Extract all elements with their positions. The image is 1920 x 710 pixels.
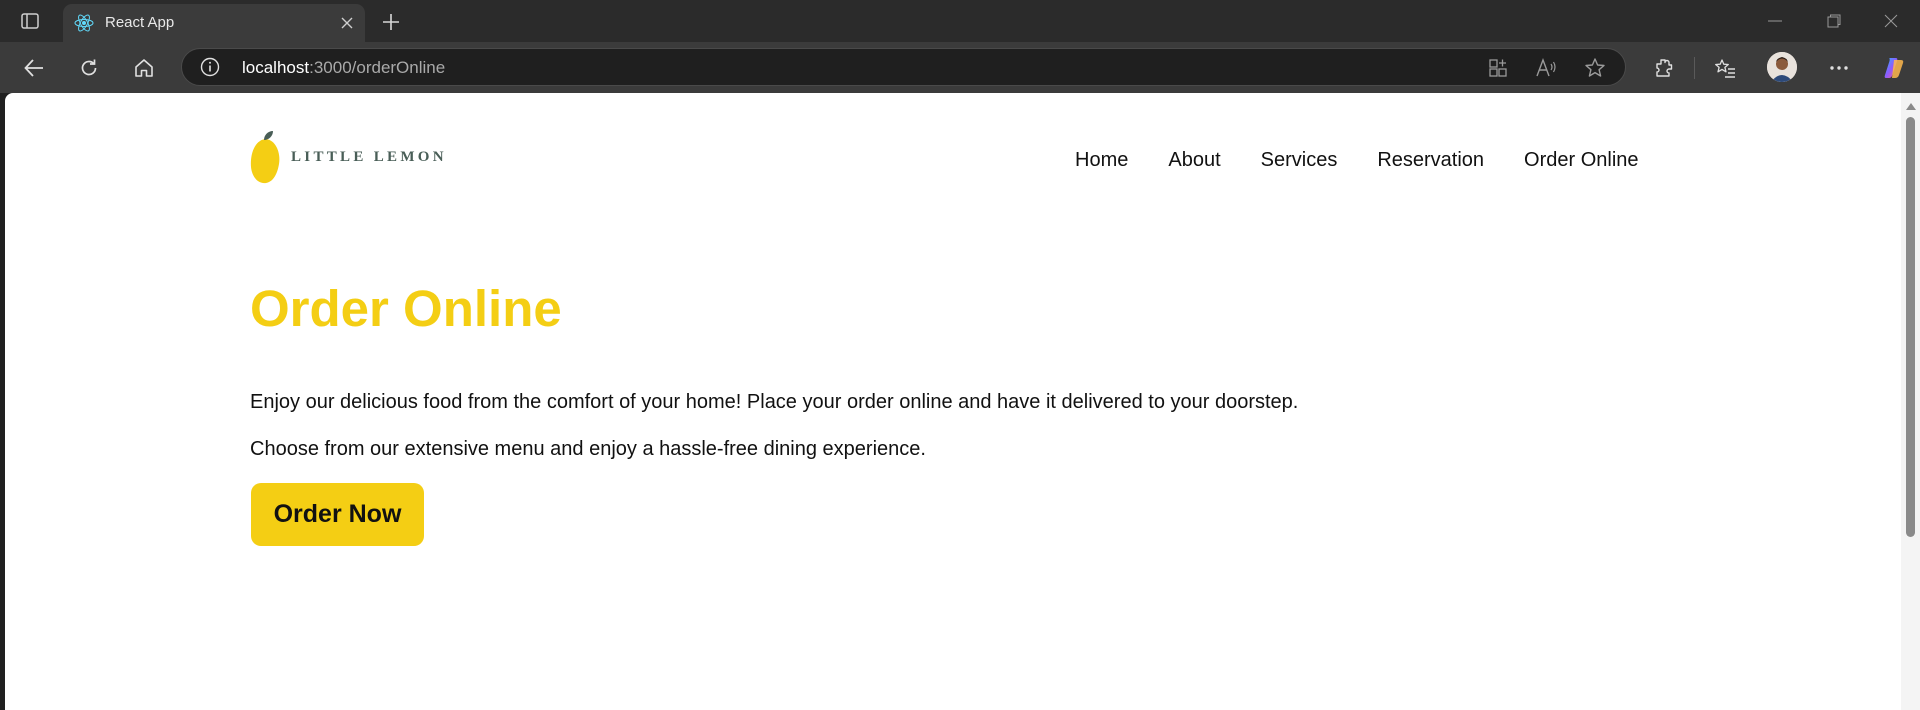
site-logo[interactable]: LITTLE LEMON — [250, 130, 447, 184]
logo-text: LITTLE LEMON — [291, 148, 447, 165]
tab-actions-icon[interactable] — [18, 10, 42, 32]
nav-home[interactable]: Home — [1075, 149, 1128, 172]
refresh-icon[interactable] — [73, 52, 105, 84]
lemon-logo-icon — [250, 131, 280, 184]
intro-paragraph: Enjoy our delicious food from the comfor… — [250, 391, 1299, 413]
browser-toolbar: localhost:3000/orderOnline — [0, 42, 1920, 93]
react-icon — [73, 12, 95, 34]
home-icon[interactable] — [128, 52, 160, 84]
site-nav: Home About Services Reservation Order On… — [1075, 149, 1639, 172]
browser-tab-strip: React App — [0, 0, 1920, 42]
favorites-list-icon[interactable] — [1709, 52, 1741, 84]
profile-avatar[interactable] — [1767, 52, 1797, 82]
url-text: localhost:3000/orderOnline — [242, 58, 445, 78]
read-aloud-icon[interactable] — [1535, 57, 1557, 79]
toolbar-separator — [1694, 57, 1695, 79]
url-host: localhost — [242, 58, 310, 77]
app-available-icon[interactable] — [1487, 57, 1509, 79]
page-scrollbar[interactable] — [1901, 93, 1920, 710]
menu-paragraph: Choose from our extensive menu and enjoy… — [250, 438, 926, 460]
browser-tab-active[interactable]: React App — [63, 4, 365, 42]
nav-services[interactable]: Services — [1261, 149, 1338, 172]
window-close-icon[interactable] — [1876, 8, 1906, 34]
more-icon[interactable] — [1823, 52, 1855, 84]
back-icon[interactable] — [18, 52, 50, 84]
minimize-icon[interactable] — [1760, 8, 1790, 34]
info-icon[interactable] — [200, 57, 220, 77]
order-now-button[interactable]: Order Now — [251, 483, 424, 546]
page-viewport: LITTLE LEMON Home About Services Reserva… — [5, 93, 1920, 710]
close-icon[interactable] — [337, 13, 357, 33]
plus-icon[interactable] — [378, 9, 404, 35]
restore-icon[interactable] — [1819, 8, 1849, 34]
nav-about[interactable]: About — [1168, 149, 1220, 172]
scroll-up-arrow[interactable] — [1906, 103, 1916, 110]
scroll-thumb[interactable] — [1906, 117, 1915, 537]
favorite-star-icon[interactable] — [1584, 57, 1606, 79]
nav-order-online[interactable]: Order Online — [1524, 149, 1639, 172]
nav-reservation[interactable]: Reservation — [1377, 149, 1484, 172]
copilot-icon[interactable] — [1878, 52, 1910, 84]
url-path: :3000/orderOnline — [309, 58, 446, 77]
extensions-icon[interactable] — [1648, 52, 1680, 84]
tab-title: React App — [105, 14, 175, 31]
page-title: Order Online — [250, 280, 562, 337]
address-bar[interactable]: localhost:3000/orderOnline — [181, 48, 1626, 86]
